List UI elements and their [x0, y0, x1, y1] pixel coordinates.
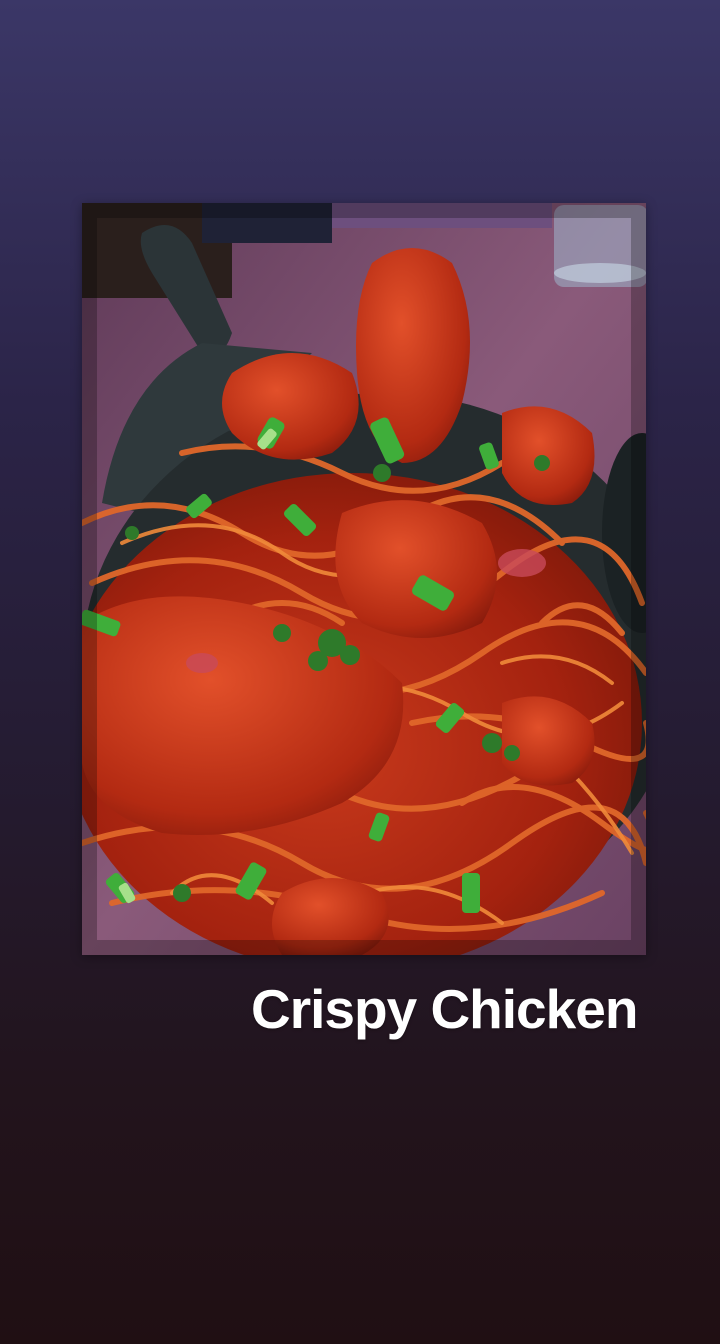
- photo-illustration: [82, 203, 646, 955]
- story-caption: Crispy Chicken: [251, 978, 638, 1040]
- story-canvas: Crispy Chicken: [0, 0, 720, 1344]
- chicken-noodles-photo: [82, 203, 646, 955]
